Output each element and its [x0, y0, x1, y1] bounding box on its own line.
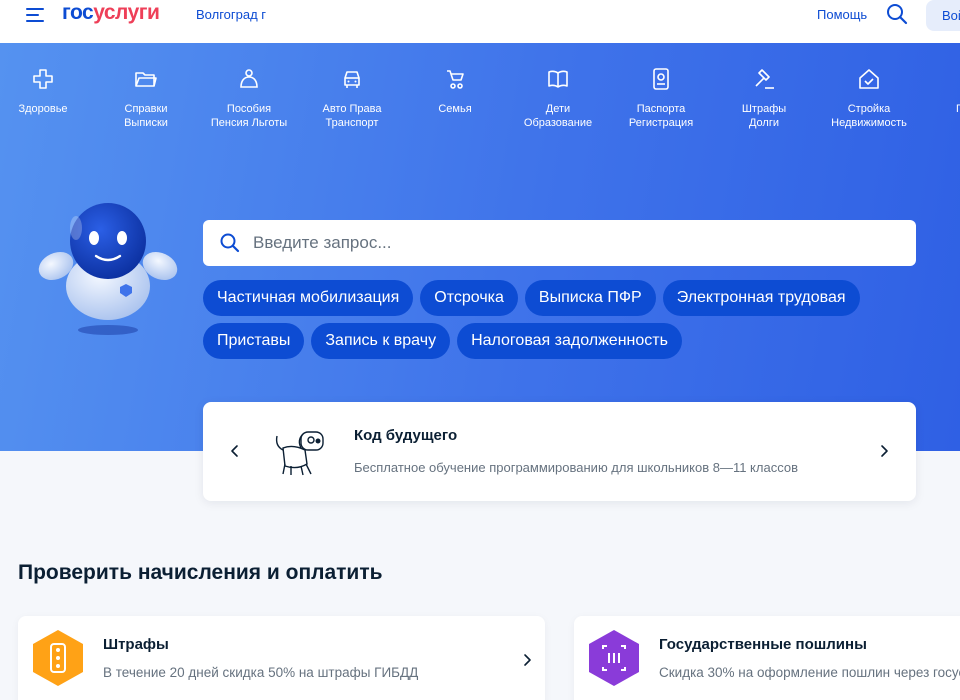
category-label: Дети: [545, 103, 571, 115]
quick-links: Частичная мобилизация Отсрочка Выписка П…: [203, 280, 923, 366]
search-bar: [203, 220, 916, 266]
stroller-icon: [443, 67, 467, 91]
category-label-2: Недвижимость: [831, 117, 907, 129]
help-link[interactable]: Помощь: [817, 7, 867, 22]
chip-doctor-appointment[interactable]: Запись к врачу: [311, 323, 451, 359]
category-label: Пособия: [226, 103, 272, 115]
logo-part-1: гос: [62, 1, 94, 24]
fines-title: Штрафы: [103, 636, 169, 653]
chip-mobilization[interactable]: Частичная мобилизация: [203, 280, 414, 316]
menu-icon[interactable]: [26, 7, 46, 23]
category-children[interactable]: Дети Образование: [498, 67, 618, 130]
chip-bailiffs[interactable]: Приставы: [203, 323, 305, 359]
category-benefits[interactable]: Пособия Пенсия Льготы: [189, 67, 309, 130]
category-label: Стройка: [847, 103, 891, 115]
state-duties-subtitle: Скидка 30% на оформление пошлин через го…: [659, 665, 960, 680]
piggy-bank-icon: [237, 67, 261, 91]
search-icon[interactable]: [886, 3, 908, 30]
category-label-2: Пенсия Льготы: [210, 117, 288, 129]
state-duties-card[interactable]: Государственные пошлины Скидка 30% на оф…: [574, 616, 960, 700]
category-construction[interactable]: Стройка Недвижимость: [809, 67, 929, 130]
promo-card[interactable]: Код будущего Бесплатное обучение програм…: [203, 402, 916, 501]
chip-pfr-statement[interactable]: Выписка ПФР: [524, 280, 656, 316]
region-selector[interactable]: Волгоград г: [196, 7, 266, 22]
category-label: Авто Права: [322, 103, 382, 115]
chevron-left-icon[interactable]: [229, 444, 241, 463]
category-label-2: Долги: [748, 117, 780, 129]
category-fines[interactable]: Штрафы Долги: [704, 67, 824, 130]
category-label-2: Образование: [523, 117, 593, 129]
search-input[interactable]: [253, 228, 893, 258]
category-label: Семья: [438, 103, 472, 115]
category-passports[interactable]: Паспорта Регистрация: [601, 67, 721, 130]
receipt-icon: [587, 629, 641, 687]
chevron-right-icon[interactable]: [878, 444, 890, 463]
chip-row: Частичная мобилизация Отсрочка Выписка П…: [203, 280, 923, 316]
traffic-light-icon: [31, 629, 85, 687]
login-button[interactable]: Войти: [926, 0, 960, 31]
state-duties-title: Государственные пошлины: [659, 636, 867, 653]
category-label-2: Транспорт: [325, 117, 379, 129]
category-label: Паспорта: [636, 103, 686, 115]
top-header: госуслуги Волгоград г Помощь Войти: [0, 0, 960, 43]
gosuslugi-logo[interactable]: госуслуги: [62, 1, 160, 25]
folder-icon: [134, 67, 158, 91]
search-icon: [220, 233, 240, 258]
robot-mascot-icon: [36, 196, 182, 336]
gavel-icon: [752, 67, 776, 91]
category-label: Штрафы: [741, 103, 787, 115]
promo-subtitle: Бесплатное обучение программированию для…: [354, 460, 798, 475]
chip-electronic-workbook[interactable]: Электронная трудовая: [662, 280, 860, 316]
category-label-2: Выписки: [124, 117, 168, 129]
category-label: Справки: [124, 103, 168, 115]
fines-card[interactable]: Штрафы В течение 20 дней скидка 50% на ш…: [18, 616, 545, 700]
fines-subtitle: В течение 20 дней скидка 50% на штрафы Г…: [103, 665, 419, 680]
section-title: Проверить начисления и оплатить: [18, 561, 383, 584]
house-icon: [857, 67, 881, 91]
promo-title: Код будущего: [354, 427, 458, 444]
plus-icon: [31, 67, 55, 91]
car-icon: [340, 67, 364, 91]
category-more[interactable]: П: [912, 67, 960, 116]
robot-dog-icon: [273, 428, 329, 483]
chip-row: Приставы Запись к врачу Налоговая задолж…: [203, 323, 923, 359]
passport-icon: [649, 67, 673, 91]
chevron-right-icon: [522, 653, 532, 672]
category-family[interactable]: Семья: [395, 67, 515, 116]
category-auto[interactable]: Авто Права Транспорт: [292, 67, 412, 130]
chip-deferral[interactable]: Отсрочка: [420, 280, 518, 316]
category-certificates[interactable]: Справки Выписки: [86, 67, 206, 130]
chip-tax-debt[interactable]: Налоговая задолженность: [457, 323, 682, 359]
category-label-2: Регистрация: [628, 117, 694, 129]
logo-part-2: услуги: [93, 1, 160, 24]
book-icon: [546, 67, 570, 91]
category-label-partial: П: [956, 103, 960, 115]
